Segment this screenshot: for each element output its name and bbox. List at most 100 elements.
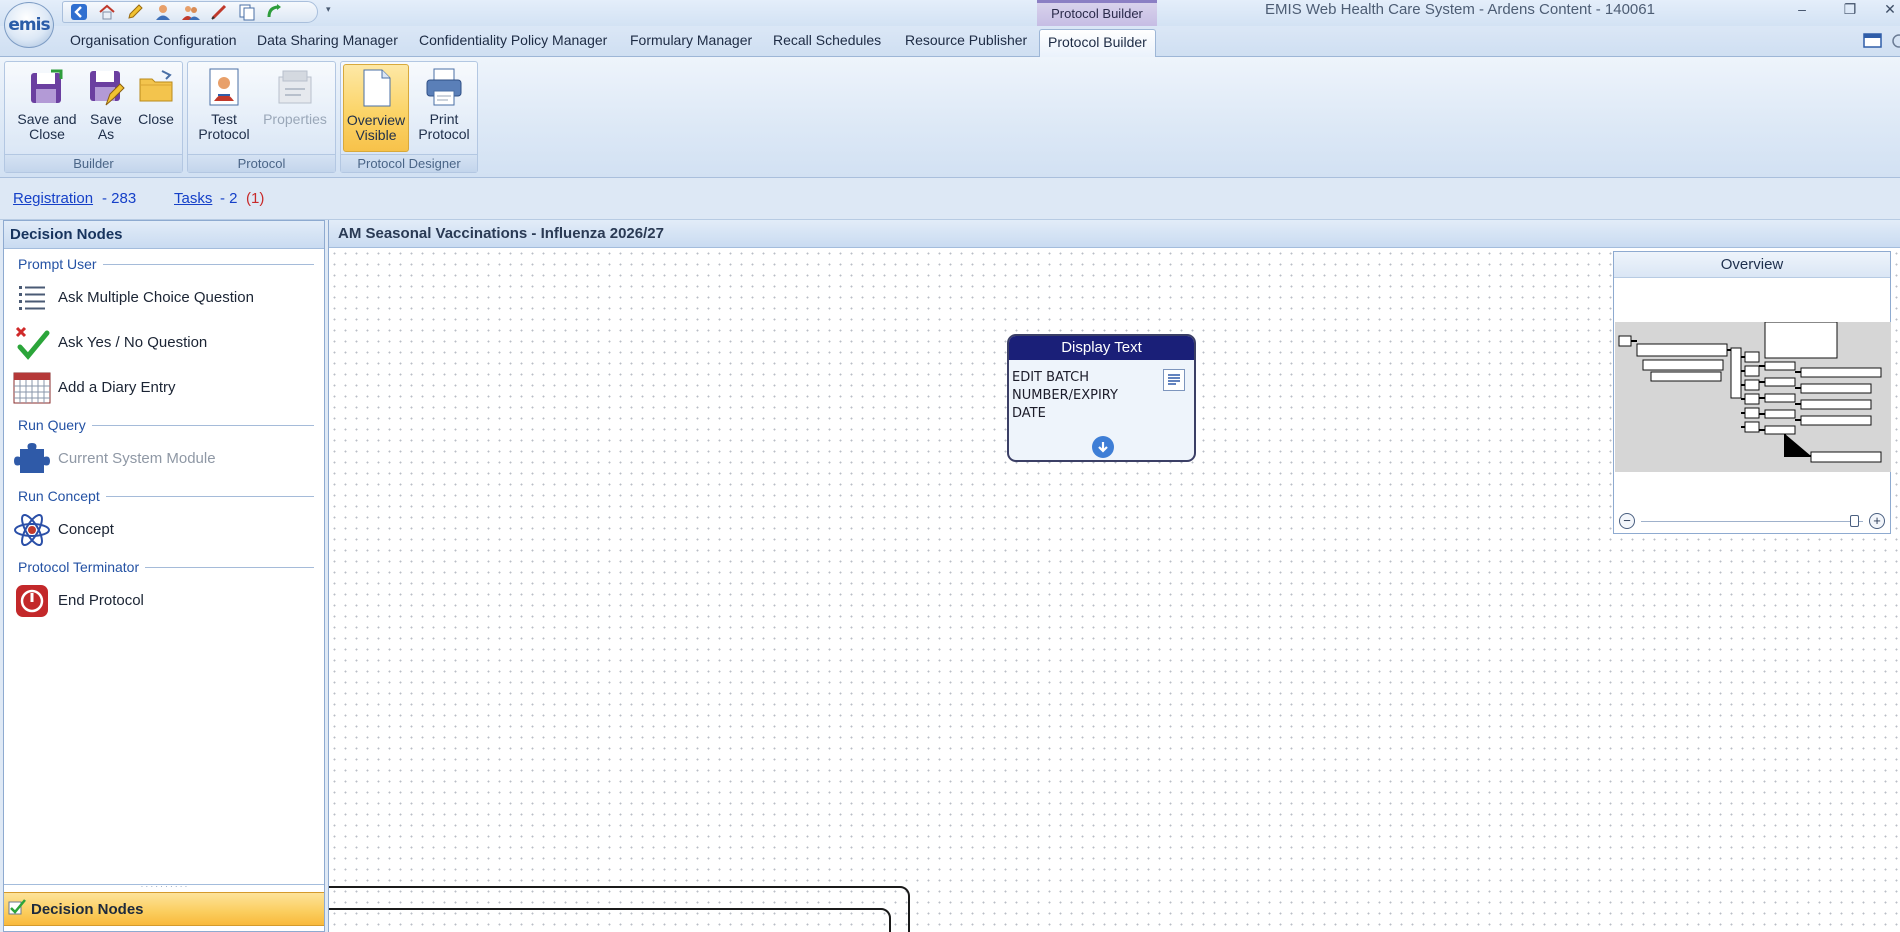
panel-title: Decision Nodes <box>4 221 324 249</box>
overview-zoom-bar: − + <box>1614 509 1890 533</box>
properties-label: Properties <box>263 111 327 127</box>
edit-icon[interactable] <box>125 3 145 21</box>
design-canvas[interactable]: Display Text EDIT BATCH NUMBER/EXPIRY DA… <box>329 248 1900 932</box>
minimize-button[interactable]: – <box>1782 0 1822 20</box>
section-run-query: Run Query <box>18 414 314 436</box>
folder-close-icon <box>135 66 177 108</box>
node-label: Ask Yes / No Question <box>58 334 208 351</box>
test-protocol-label: Test Protocol <box>198 111 250 142</box>
down-arrow-icon[interactable] <box>1092 436 1114 458</box>
section-prompt-user: Prompt User <box>18 253 314 275</box>
zoom-slider-thumb[interactable] <box>1850 514 1859 527</box>
node-label: Current System Module <box>58 450 216 467</box>
restore-button[interactable]: ❐ <box>1830 0 1870 20</box>
ribbon-group-protocol-designer: Overview Visible Print Protocol Protocol… <box>340 61 478 173</box>
ribbon-group-protocol: Test Protocol Properties Protocol <box>187 61 336 173</box>
ribbon-group-label-builder: Builder <box>5 154 182 172</box>
fullscreen-icon[interactable] <box>1862 32 1884 53</box>
save-as-label: Save As <box>90 111 122 142</box>
tasks-count: - 2 <box>220 190 238 207</box>
user-icon[interactable] <box>153 3 173 21</box>
overview-visible-button[interactable]: Overview Visible <box>343 64 409 152</box>
printer-icon <box>423 66 465 108</box>
power-icon <box>13 582 51 620</box>
back-icon[interactable] <box>69 3 89 21</box>
home-icon[interactable] <box>97 3 117 21</box>
tab-resource-publisher[interactable]: Resource Publisher <box>905 32 1027 48</box>
tab-confidentiality-policy-manager[interactable]: Confidentiality Policy Manager <box>419 32 607 48</box>
node-label: End Protocol <box>58 592 144 609</box>
save-as-icon <box>85 66 127 108</box>
users-icon[interactable] <box>181 3 201 21</box>
context-tab-group-label: Protocol Builder <box>1037 0 1157 26</box>
calendar-icon <box>13 369 51 407</box>
display-text-node[interactable]: Display Text EDIT BATCH NUMBER/EXPIRY DA… <box>1007 334 1196 462</box>
node-add-diary-entry[interactable]: Add a Diary Entry <box>4 365 324 410</box>
close-label: Close <box>138 111 174 127</box>
panel-splitter[interactable]: · · · · · · · · · · <box>4 883 324 891</box>
node-label: Add a Diary Entry <box>58 379 176 396</box>
properties-button[interactable]: Properties <box>258 64 332 152</box>
zoom-in-button[interactable]: + <box>1869 513 1885 529</box>
tab-protocol-builder[interactable]: Protocol Builder <box>1039 29 1156 58</box>
node-label: Concept <box>58 521 114 538</box>
copy-icon[interactable] <box>237 3 257 21</box>
check-icon <box>8 899 26 919</box>
node-end-protocol[interactable]: End Protocol <box>4 578 324 623</box>
test-protocol-icon <box>203 66 245 108</box>
overview-title: Overview <box>1614 252 1890 278</box>
pen-icon[interactable] <box>209 3 229 21</box>
zoom-slider[interactable] <box>1641 514 1863 527</box>
save-and-close-label: Save and Close <box>17 111 77 142</box>
ribbon-tab-row: Organisation Configuration Data Sharing … <box>0 26 1900 58</box>
close-button[interactable]: Close <box>133 64 179 152</box>
tab-formulary-manager[interactable]: Formulary Manager <box>630 32 752 48</box>
section-run-concept: Run Concept <box>18 485 314 507</box>
close-window-button[interactable]: ✕ <box>1870 0 1900 20</box>
text-note-icon[interactable] <box>1163 369 1185 391</box>
save-close-icon <box>26 66 68 108</box>
app-menu-button[interactable]: emis <box>4 2 54 48</box>
tab-data-sharing-manager[interactable]: Data Sharing Manager <box>257 32 398 48</box>
tabrow-icons <box>1862 32 1900 53</box>
quick-access-toolbar <box>62 1 318 23</box>
protocol-title: AM Seasonal Vaccinations - Influenza 202… <box>329 220 1900 248</box>
zoom-out-button[interactable]: − <box>1619 513 1635 529</box>
protocol-designer-panel: AM Seasonal Vaccinations - Influenza 202… <box>328 220 1900 932</box>
print-protocol-button[interactable]: Print Protocol <box>413 64 475 152</box>
status-strip: Registration - 283 Tasks - 2 (1) <box>0 178 1900 220</box>
node-ask-multiple-choice[interactable]: Ask Multiple Choice Question <box>4 275 324 320</box>
tab-recall-schedules[interactable]: Recall Schedules <box>773 32 881 48</box>
overview-map[interactable] <box>1615 322 1891 472</box>
title-bar: emis ▾ Protocol Builder EMIS Web Health … <box>0 0 1900 48</box>
refresh-icon[interactable] <box>265 3 285 21</box>
node-title: Display Text <box>1009 336 1194 360</box>
overview-window[interactable]: Overview − + <box>1613 251 1891 534</box>
tasks-urgent-count: (1) <box>246 190 265 207</box>
tasks-link[interactable]: Tasks <box>174 190 212 207</box>
registration-count: - 283 <box>102 190 137 207</box>
test-protocol-button[interactable]: Test Protocol <box>194 64 254 152</box>
node-concept[interactable]: Concept <box>4 507 324 552</box>
decision-nodes-panel: Decision Nodes Prompt User Ask Multiple … <box>3 220 325 932</box>
qat-customize-icon[interactable]: ▾ <box>326 4 331 15</box>
ribbon: Save and Close Save As Close Builder Tes… <box>0 57 1900 178</box>
node-ask-yes-no[interactable]: Ask Yes / No Question <box>4 320 324 365</box>
section-protocol-terminator: Protocol Terminator <box>18 556 314 578</box>
puzzle-icon <box>13 440 51 478</box>
save-and-close-button[interactable]: Save and Close <box>11 64 83 152</box>
registration-link[interactable]: Registration <box>13 190 93 207</box>
check-cross-icon <box>13 324 51 362</box>
save-as-button[interactable]: Save As <box>81 64 131 152</box>
window-title: EMIS Web Health Care System - Ardens Con… <box>1265 1 1655 18</box>
nav-bar-label: Decision Nodes <box>31 900 144 918</box>
help-icon[interactable] <box>1890 32 1900 53</box>
ribbon-group-label-protocol: Protocol <box>188 154 335 172</box>
tab-organisation-configuration[interactable]: Organisation Configuration <box>70 32 237 48</box>
ribbon-group-builder: Save and Close Save As Close Builder <box>4 61 183 173</box>
atom-icon <box>13 511 51 549</box>
node-current-system-module[interactable]: Current System Module <box>4 436 324 481</box>
connector-line <box>329 908 891 932</box>
node-text: EDIT BATCH NUMBER/EXPIRY DATE <box>1012 370 1118 421</box>
nav-bar-decision-nodes[interactable]: Decision Nodes <box>4 892 324 926</box>
